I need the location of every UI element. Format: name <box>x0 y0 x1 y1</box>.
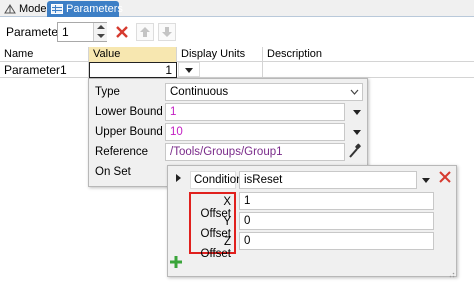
reference-sampler-button[interactable] <box>348 143 364 161</box>
dropdown-arrow-icon <box>185 68 193 73</box>
expand-triangle-icon[interactable] <box>176 174 181 182</box>
parameter-value-cell[interactable]: 1 <box>89 62 177 78</box>
arrow-up-icon <box>140 27 150 37</box>
type-value: Continuous <box>170 86 229 98</box>
condition-label: Condition <box>190 171 243 189</box>
upper-bound-label: Upper Bound <box>95 126 163 138</box>
table-header: Name Value Display Units Description <box>0 47 474 62</box>
parameter-name-cell[interactable]: Parameter1 <box>0 62 89 78</box>
delete-parameter-button[interactable] <box>113 23 131 41</box>
value-options-dropdown[interactable] <box>178 62 200 77</box>
description-cell[interactable] <box>263 62 474 78</box>
add-trigger-button[interactable] <box>170 256 184 270</box>
column-header-description[interactable]: Description <box>263 47 474 62</box>
offset-labels-highlight: X Offset Y Offset Z Offset <box>189 192 236 260</box>
parameters-icon <box>51 4 63 14</box>
resize-grip-icon[interactable] <box>447 267 455 278</box>
remove-trigger-button[interactable] <box>438 170 454 186</box>
arrow-down-icon <box>162 27 172 37</box>
dropdown-arrow-icon <box>353 110 361 115</box>
parameters-count-value[interactable]: 1 <box>62 25 69 39</box>
lower-bound-label: Lower Bound <box>95 106 163 118</box>
chevron-down-icon <box>350 89 359 95</box>
dropdown-arrow-icon <box>422 178 430 183</box>
condition-dropdown[interactable] <box>419 172 433 188</box>
condition-input[interactable]: isReset <box>239 171 417 189</box>
tab-label: Model <box>19 3 49 15</box>
value-edit-box[interactable]: 1 <box>89 62 177 78</box>
display-units-cell[interactable] <box>177 62 263 78</box>
x-offset-input[interactable]: 1 <box>239 192 434 210</box>
chevron-down-icon <box>97 34 105 38</box>
move-down-button[interactable] <box>158 23 176 41</box>
reference-label: Reference <box>95 146 149 158</box>
on-set-trigger-popup: Condition isReset X Offset Y Offset Z Of… <box>167 165 457 278</box>
reference-input[interactable]: /Tools/Groups/Group1 <box>165 143 345 161</box>
delete-icon <box>439 171 451 183</box>
column-header-display-units[interactable]: Display Units <box>177 47 263 62</box>
on-set-label: On Set <box>95 166 131 178</box>
toolbar: Parameters 1 <box>0 17 474 47</box>
model-icon <box>4 4 16 14</box>
type-select[interactable]: Continuous <box>165 83 363 101</box>
tab-model[interactable]: Model <box>0 1 49 17</box>
column-header-value[interactable]: Value <box>89 47 177 62</box>
spin-up-button[interactable] <box>93 23 107 32</box>
dropdown-arrow-icon <box>353 130 361 135</box>
lower-bound-input[interactable]: 1 <box>165 103 345 121</box>
plus-icon <box>170 256 182 268</box>
lower-bound-dropdown[interactable] <box>349 104 365 120</box>
tab-parameters[interactable]: Parameters <box>47 1 123 17</box>
value-text: 1 <box>165 63 172 77</box>
tab-strip: Model Parameters <box>0 0 474 17</box>
tab-label: Parameters <box>66 3 123 15</box>
column-header-name[interactable]: Name <box>0 47 89 62</box>
upper-bound-input[interactable]: 10 <box>165 123 345 141</box>
chevron-up-icon <box>97 25 105 29</box>
y-offset-input[interactable]: 0 <box>239 212 434 230</box>
move-up-button[interactable] <box>136 23 154 41</box>
z-offset-input[interactable]: 0 <box>239 232 434 250</box>
eyedropper-icon <box>349 143 361 158</box>
type-label: Type <box>95 86 120 98</box>
delete-icon <box>116 26 128 38</box>
table-row[interactable]: Parameter1 1 <box>0 62 474 78</box>
parameters-count-spinner[interactable]: 1 <box>57 22 107 42</box>
z-offset-label: Z Offset <box>200 236 231 260</box>
upper-bound-dropdown[interactable] <box>349 124 365 140</box>
spin-down-button[interactable] <box>93 32 107 41</box>
